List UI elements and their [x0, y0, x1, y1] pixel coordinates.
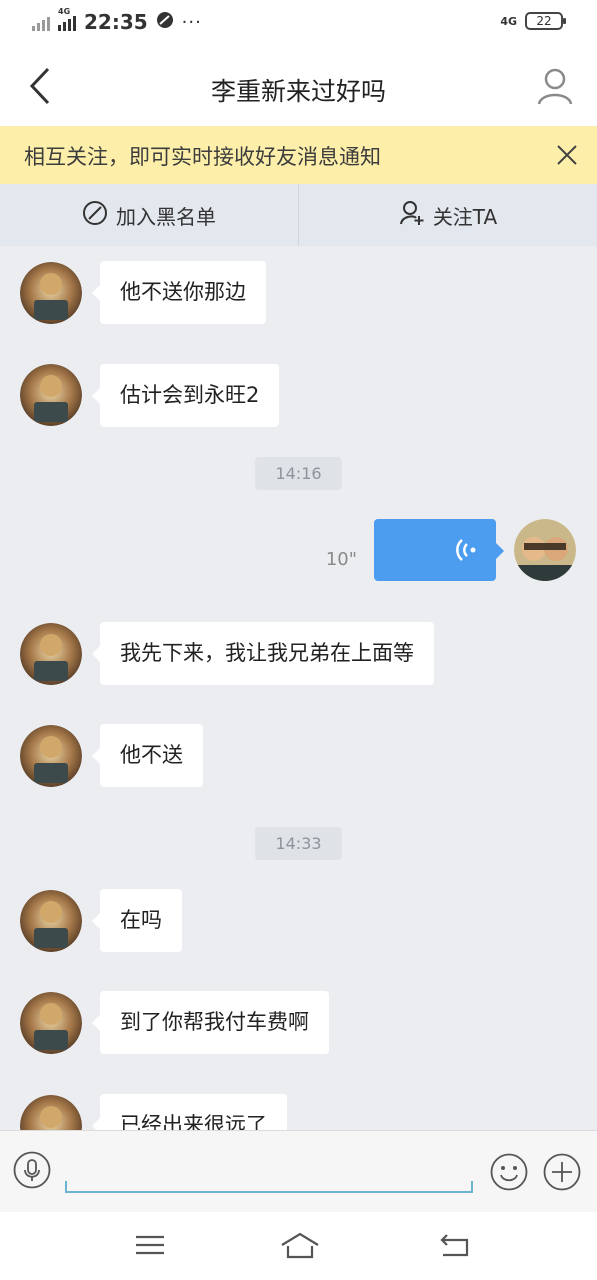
message-bubble[interactable]: 他不送 — [92, 724, 203, 787]
message-bubble[interactable]: 在吗 — [92, 889, 182, 952]
input-bar — [0, 1130, 597, 1212]
message-bubble[interactable]: 他不送你那边 — [92, 261, 266, 324]
contact-avatar[interactable] — [20, 623, 82, 685]
close-icon[interactable] — [553, 141, 581, 169]
block-label: 加入黑名单 — [116, 204, 216, 229]
contact-avatar[interactable] — [20, 992, 82, 1054]
contact-avatar[interactable] — [20, 364, 82, 426]
more-notifications-icon: ··· — [181, 11, 202, 33]
voice-wave-icon — [454, 535, 484, 565]
add-person-icon — [399, 200, 425, 231]
plus-icon[interactable] — [543, 1153, 581, 1191]
microphone-icon[interactable] — [13, 1151, 51, 1189]
signal-strength-icon-1 — [32, 13, 50, 31]
voice-duration: 10" — [325, 549, 357, 570]
home-icon[interactable] — [280, 1230, 320, 1260]
menu-icon[interactable] — [132, 1230, 168, 1260]
status-time: 22:35 — [84, 10, 148, 34]
right-network-label: 4G — [500, 14, 517, 28]
person-icon[interactable] — [535, 66, 575, 106]
smiley-icon[interactable] — [490, 1153, 528, 1191]
message-bubble[interactable]: 已经出来很远了 — [92, 1094, 287, 1130]
battery-level: 22 — [536, 14, 552, 28]
voice-message-bubble[interactable] — [374, 519, 504, 581]
action-bar: 加入黑名单 关注TA — [0, 184, 597, 246]
message-bubble[interactable]: 到了你帮我付车费啊 — [92, 991, 329, 1054]
message-input[interactable] — [65, 1153, 473, 1193]
status-bar: 4G 22:35 ··· 4G 22 — [0, 0, 597, 48]
block-icon — [82, 200, 108, 231]
block-button[interactable]: 加入黑名单 — [0, 184, 298, 246]
input-edge-right — [471, 1181, 473, 1193]
timestamp-divider: 14:33 — [255, 827, 342, 860]
message-bubble[interactable]: 我先下来，我让我兄弟在上面等 — [92, 622, 434, 685]
chat-title: 李重新来过好吗 — [210, 77, 386, 106]
network-type-label: 4G — [58, 7, 71, 16]
follow-label: 关注TA — [432, 204, 498, 229]
battery-icon: 22 — [525, 12, 566, 30]
my-avatar[interactable] — [514, 519, 576, 581]
message-list[interactable]: 他不送你那边 估计会到永旺2 14:16 10" 我先下来，我让我兄弟在上面等 … — [0, 246, 597, 1130]
notice-text: 相互关注，即可实时接收好友消息通知 — [24, 145, 381, 169]
message-bubble[interactable]: 估计会到永旺2 — [91, 364, 280, 427]
chat-header: 李重新来过好吗 — [0, 48, 597, 126]
timestamp-divider: 14:16 — [255, 457, 342, 490]
follow-notice-bar: 相互关注，即可实时接收好友消息通知 — [0, 126, 597, 184]
follow-button[interactable]: 关注TA — [299, 184, 597, 246]
contact-avatar[interactable] — [20, 1095, 82, 1130]
system-nav-bar — [0, 1212, 597, 1280]
contact-avatar[interactable] — [20, 262, 82, 324]
contact-avatar[interactable] — [20, 890, 82, 952]
back-arrow-icon[interactable] — [437, 1230, 473, 1260]
contact-avatar[interactable] — [20, 725, 82, 787]
leaf-icon — [156, 11, 174, 34]
